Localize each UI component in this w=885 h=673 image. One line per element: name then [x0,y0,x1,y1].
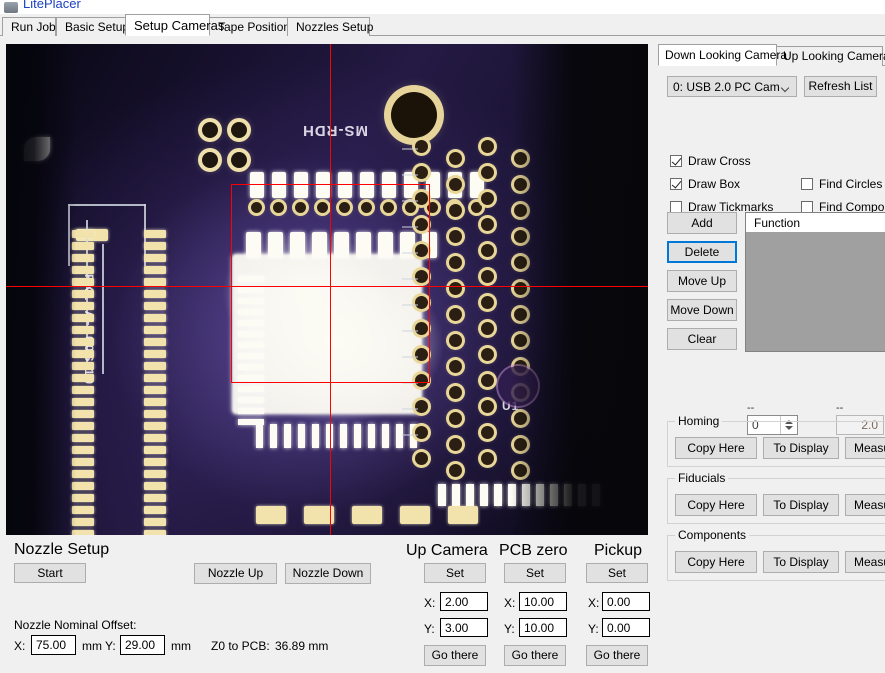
z0-to-pcb-value: 36.89 mm [275,639,329,653]
add-button[interactable]: Add [667,212,737,234]
pcb-zero-y-field[interactable]: 10.00 [519,618,567,637]
pcb-zero-x-value: 10.00 [524,595,555,609]
camera-tab-strip: Down Looking Camera Up Looking Camera [658,44,885,66]
app-icon [4,2,18,13]
function-column-header: Function [754,216,801,230]
nozzle-offset-y-field[interactable]: 29.00 [120,635,165,655]
checkbox-box-draw-cross[interactable] [670,155,682,167]
camera-device-value: 0: USB 2.0 PC Cam [673,80,780,94]
move-up-button[interactable]: Move Up [667,270,737,292]
fiducials-measure-button[interactable]: Measu [845,494,885,516]
pickup-y-value: 0.00 [607,621,631,635]
pickup-y-field[interactable]: 0.00 [602,618,650,637]
nozzle-offset-x-value: 75.00 [36,638,67,652]
refresh-list-button[interactable]: Refresh List [804,76,877,97]
application-window: LitePlacer Run Job Basic Setup Setup Cam… [0,0,885,673]
nozzle-setup-title: Nozzle Setup [14,541,110,558]
param-b-label: -- [836,402,844,414]
nozzle-start-button[interactable]: Start [14,563,86,583]
checkbox-label-draw-cross: Draw Cross [688,154,751,168]
up-camera-x-value: 2.00 [445,595,469,609]
tab-basic-setup[interactable]: Basic Setup [56,17,129,36]
nozzle-offset-y-label: Y: [105,639,116,653]
pcb-zero-x-label: X: [504,596,516,610]
homing-copy-here-button[interactable]: Copy Here [675,437,757,459]
up-camera-go-there-button[interactable]: Go there [424,645,486,666]
pickup-x-field[interactable]: 0.00 [602,592,650,611]
checkbox-label-draw-box: Draw Box [688,177,741,191]
up-camera-set-button[interactable]: Set [424,563,486,583]
checkbox-box-draw-box[interactable] [670,178,682,190]
move-down-button[interactable]: Move Down [667,299,737,321]
window-title: LitePlacer [23,0,81,11]
z0-to-pcb-label: Z0 to PCB: [211,639,270,653]
pcb-zero-y-value: 10.00 [524,621,555,635]
homing-to-display-button[interactable]: To Display [763,437,839,459]
checkbox-label-find-circles: Find Circles [819,177,883,191]
function-list[interactable]: Function [745,212,885,352]
components-to-display-button[interactable]: To Display [763,551,839,573]
up-camera-x-field[interactable]: 2.00 [440,592,488,611]
up-camera-y-field[interactable]: 3.00 [440,618,488,637]
up-camera-y-value: 3.00 [445,621,469,635]
pickup-go-there-button[interactable]: Go there [586,645,648,666]
fiducials-copy-here-button[interactable]: Copy Here [675,494,757,516]
pcb-zero-title: PCB zero [499,542,568,559]
pcb-zero-go-there-button[interactable]: Go there [504,645,566,666]
chevron-down-icon [782,85,789,92]
nozzle-up-button[interactable]: Nozzle Up [194,563,277,584]
camera-device-select[interactable]: 0: USB 2.0 PC Cam [667,76,797,97]
pcb-zero-set-button[interactable]: Set [504,563,566,583]
group-title-components: Components [675,528,750,542]
checkbox-box-find-circles[interactable] [801,178,813,190]
function-list-header: Function [746,213,885,233]
up-camera-title: Up Camera [406,542,488,559]
nozzle-offset-x-label: X: [14,639,26,653]
nozzle-down-button[interactable]: Nozzle Down [285,563,371,584]
tab-nozzles-setup[interactable]: Nozzles Setup [287,17,373,36]
nozzle-offset-y-unit: mm [171,639,191,653]
delete-button[interactable]: Delete [667,241,737,263]
nozzle-offset-x-unit: mm [82,639,102,653]
function-list-body[interactable] [746,232,885,351]
components-measure-button[interactable]: Measu [845,551,885,573]
pickup-set-button[interactable]: Set [586,563,648,583]
clear-button[interactable]: Clear [667,328,737,350]
main-tab-strip: Run Job Basic Setup Setup Cameras Tape P… [0,14,885,36]
overlay-box [231,184,430,383]
tab-down-looking-camera[interactable]: Down Looking Camera [658,44,787,66]
tab-run-job[interactable]: Run Job [2,17,56,36]
pcb-zero-y-label: Y: [504,622,515,636]
fiducials-to-display-button[interactable]: To Display [763,494,839,516]
nozzle-offset-y-value: 29.00 [125,638,156,652]
up-camera-y-label: Y: [424,622,435,636]
tab-up-looking-camera[interactable]: Up Looking Camera [776,46,885,66]
camera-overlay [6,44,648,535]
group-title-homing: Homing [675,414,723,428]
param-a-label: -- [747,402,755,414]
up-camera-x-label: X: [424,596,436,610]
components-copy-here-button[interactable]: Copy Here [675,551,757,573]
pickup-y-label: Y: [588,622,599,636]
pcb-zero-x-field[interactable]: 10.00 [519,592,567,611]
pickup-x-label: X: [588,596,600,610]
homing-measure-button[interactable]: Measu [845,437,885,459]
group-title-fiducials: Fiducials [675,471,729,485]
nozzle-offset-x-field[interactable]: 75.00 [31,635,76,655]
camera-settings-panel: Down Looking Camera Up Looking Camera 0:… [658,44,885,673]
camera-video-feed[interactable]: MS-RDH FX10A-100S/10 U1 [6,44,648,535]
tab-setup-cameras[interactable]: Setup Cameras [125,14,224,36]
pickup-title: Pickup [594,542,643,559]
pickup-x-value: 0.00 [607,595,631,609]
nozzle-offset-title: Nozzle Nominal Offset: [14,618,137,632]
title-bar: LitePlacer [0,0,885,14]
